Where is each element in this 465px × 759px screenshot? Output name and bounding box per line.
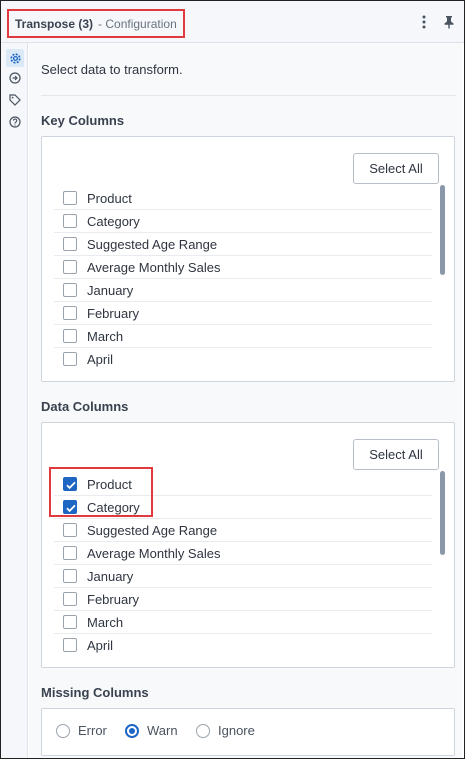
data-column-item-label: April [87, 638, 114, 653]
checkbox[interactable] [63, 569, 77, 583]
arrow-circle-icon[interactable] [8, 71, 22, 85]
list-item[interactable]: February [54, 302, 432, 325]
key-columns-heading: Key Columns [41, 113, 125, 128]
radio-ignore[interactable]: Ignore [196, 723, 255, 738]
key-column-item-label: April [87, 352, 114, 367]
data-columns-scrollbar[interactable] [440, 471, 445, 555]
checkbox[interactable] [63, 329, 77, 343]
key-select-all-button[interactable]: Select All [353, 153, 439, 184]
radio-label: Error [78, 723, 107, 738]
checkbox[interactable] [63, 592, 77, 606]
data-select-all-button[interactable]: Select All [353, 439, 439, 470]
radio-warn[interactable]: Warn [125, 723, 178, 738]
data-column-item-label: Category [87, 500, 140, 515]
checkbox[interactable] [63, 237, 77, 251]
checkbox[interactable] [63, 191, 77, 205]
radio-button[interactable] [196, 723, 210, 738]
divider [41, 95, 456, 96]
list-item[interactable]: January [54, 279, 432, 302]
checkbox[interactable] [63, 638, 77, 652]
help-icon[interactable] [8, 115, 22, 129]
list-item[interactable]: Average Monthly Sales [54, 542, 432, 565]
radio-label: Ignore [218, 723, 255, 738]
side-rail [1, 43, 28, 758]
missing-columns-options: Error Warn Ignore [41, 708, 455, 756]
gear-icon[interactable] [6, 49, 24, 67]
checkbox[interactable] [63, 352, 77, 366]
tool-name: Transpose (3) [15, 16, 94, 31]
list-item[interactable]: February [54, 588, 432, 611]
configuration-window: Transpose (3) - Configuration Select dat… [0, 0, 465, 759]
key-columns-panel: Select All Product Category Suggested Age … [41, 136, 455, 382]
panel-header: Transpose (3) - Configuration [1, 1, 464, 43]
list-item[interactable]: Suggested Age Range [54, 519, 432, 542]
key-column-item-label: Average Monthly Sales [87, 260, 221, 275]
list-item[interactable]: March [54, 611, 432, 634]
checkbox-checked[interactable] [63, 500, 77, 514]
key-column-item-label: Category [87, 214, 140, 229]
configuration-content: Select data to transform. Key Columns Se… [29, 43, 462, 758]
data-column-item-label: Average Monthly Sales [87, 546, 221, 561]
data-column-item-label: Product [87, 477, 132, 492]
checkbox[interactable] [63, 283, 77, 297]
list-item[interactable]: January [54, 565, 432, 588]
checkbox[interactable] [63, 306, 77, 320]
radio-button[interactable] [56, 723, 70, 738]
data-column-item-label: February [87, 592, 140, 607]
list-item[interactable]: Category [54, 210, 432, 233]
key-column-item-label: Suggested Age Range [87, 237, 218, 252]
list-item[interactable]: Average Monthly Sales [54, 256, 432, 279]
key-column-item-label: March [87, 329, 124, 344]
list-item[interactable]: Suggested Age Range [54, 233, 432, 256]
list-item[interactable]: Category [54, 496, 432, 519]
list-item[interactable]: March [54, 325, 432, 348]
radio-button[interactable] [125, 723, 139, 738]
data-columns-heading: Data Columns [41, 399, 129, 414]
checkbox[interactable] [63, 523, 77, 537]
radio-error[interactable]: Error [56, 723, 107, 738]
checkbox[interactable] [63, 546, 77, 560]
intro-text: Select data to transform. [41, 62, 183, 77]
kebab-icon[interactable] [415, 13, 433, 31]
checkbox[interactable] [63, 615, 77, 629]
checkbox-checked[interactable] [63, 477, 77, 491]
data-column-item-label: Suggested Age Range [87, 523, 218, 538]
panel-subtitle: - Configuration [98, 16, 177, 31]
list-item[interactable]: April [54, 348, 432, 371]
list-item[interactable]: Product [54, 187, 432, 210]
panel-title: Transpose (3) - Configuration [7, 9, 185, 38]
data-columns-list: Product Category Suggested Age Range Averag… [54, 473, 432, 657]
checkbox[interactable] [63, 260, 77, 274]
tag-icon[interactable] [8, 93, 22, 107]
list-item[interactable]: April [54, 634, 432, 657]
checkbox[interactable] [63, 214, 77, 228]
list-item[interactable]: Product [54, 473, 432, 496]
data-columns-panel: Select All Product Category Suggested Age … [41, 422, 455, 668]
key-columns-scrollbar[interactable] [440, 185, 445, 275]
key-column-item-label: February [87, 306, 140, 321]
key-column-item-label: Product [87, 191, 132, 206]
missing-columns-heading: Missing Columns [41, 685, 149, 700]
data-column-item-label: January [87, 569, 134, 584]
key-column-item-label: January [87, 283, 134, 298]
pin-icon[interactable] [440, 13, 458, 31]
key-columns-list: Product Category Suggested Age Range Averag… [54, 187, 432, 371]
radio-label: Warn [147, 723, 178, 738]
data-column-item-label: March [87, 615, 124, 630]
